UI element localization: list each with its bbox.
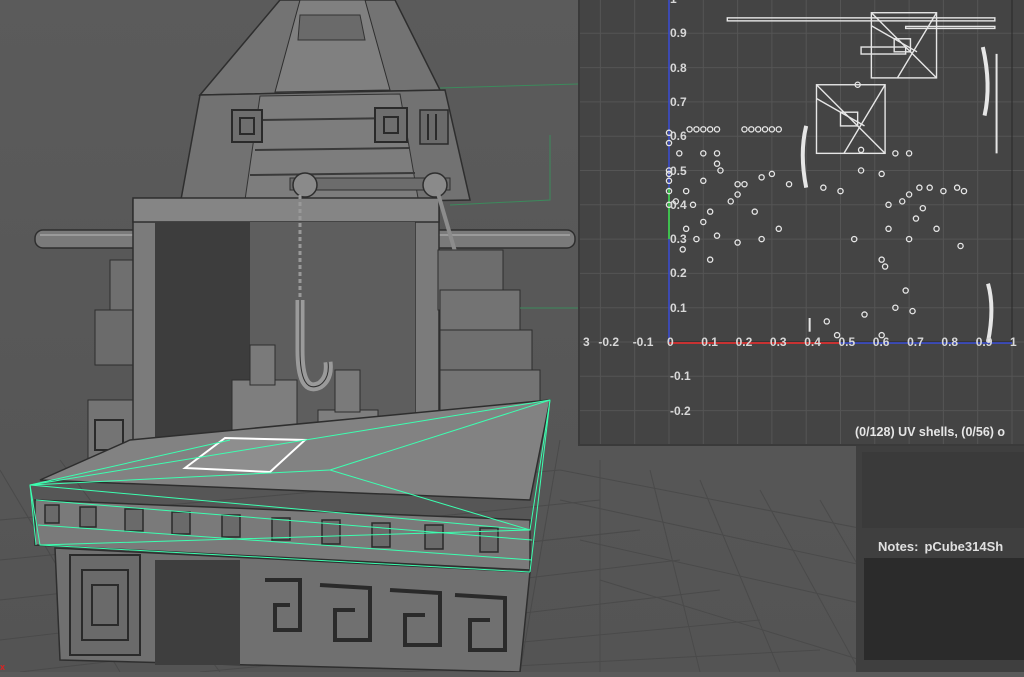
attribute-editor-panel: Notes: pCube314Sh [856,446,1024,672]
uv-u-tick: 0.1 [701,335,718,349]
attribute-editor-header [862,452,1024,528]
notes-label-text: Notes: [878,539,919,554]
uv-v-tick: 0.7 [670,94,687,109]
axis-origin-marker: x [0,662,6,672]
uv-shells[interactable] [665,12,998,343]
notes-label: Notes: pCube314Sh [878,539,1003,554]
uv-editor-panel[interactable]: 1 0.9 0.8 0.7 0.6 0.5 0.4 0.3 0.2 0.1 -0.1 -0.2 3 -0… [578,0,1024,446]
notes-textarea[interactable] [864,558,1024,660]
uv-v-tick: -0.1 [670,369,691,384]
uv-grid [580,0,1024,444]
uv-v-tick: 0.1 [670,300,687,315]
uv-v-tick: 0.4 [670,197,687,212]
uv-u-tick: 0.6 [872,335,890,349]
uv-v-tick: 0.9 [670,26,687,41]
uv-u-tick: -0.1 [632,335,654,349]
uv-v-tick: 0.8 [670,60,687,75]
uv-v-tick: 0.5 [670,163,687,178]
uv-v-tick: 0.3 [670,232,687,247]
uv-v-tick: 0.6 [670,129,687,144]
uv-u-tick: 0 [667,335,674,349]
uv-u-tick: 0.8 [941,335,959,349]
uv-v-tick: 0.2 [670,266,687,281]
uv-u-tick: 1 [1010,335,1017,349]
uv-u-tick: 0.3 [769,335,787,349]
uv-u-tick: 0.7 [907,335,924,349]
uv-canvas[interactable] [580,0,1024,444]
uv-u-tick: 0.9 [975,335,993,349]
uv-u-tick: 0.4 [804,335,821,349]
uv-u-tick: 0.2 [735,335,753,349]
uv-shell-status: (0/128) UV shells, (0/56) o [855,425,1006,439]
uv-u-tick: 0.5 [838,335,856,349]
notes-object-name: pCube314Sh [924,539,1004,554]
uv-v-tick: 1 [670,0,677,6]
uv-u-tick: 3 [583,335,590,349]
uv-u-tick: -0.2 [598,335,620,349]
uv-v-tick: -0.2 [670,403,691,418]
